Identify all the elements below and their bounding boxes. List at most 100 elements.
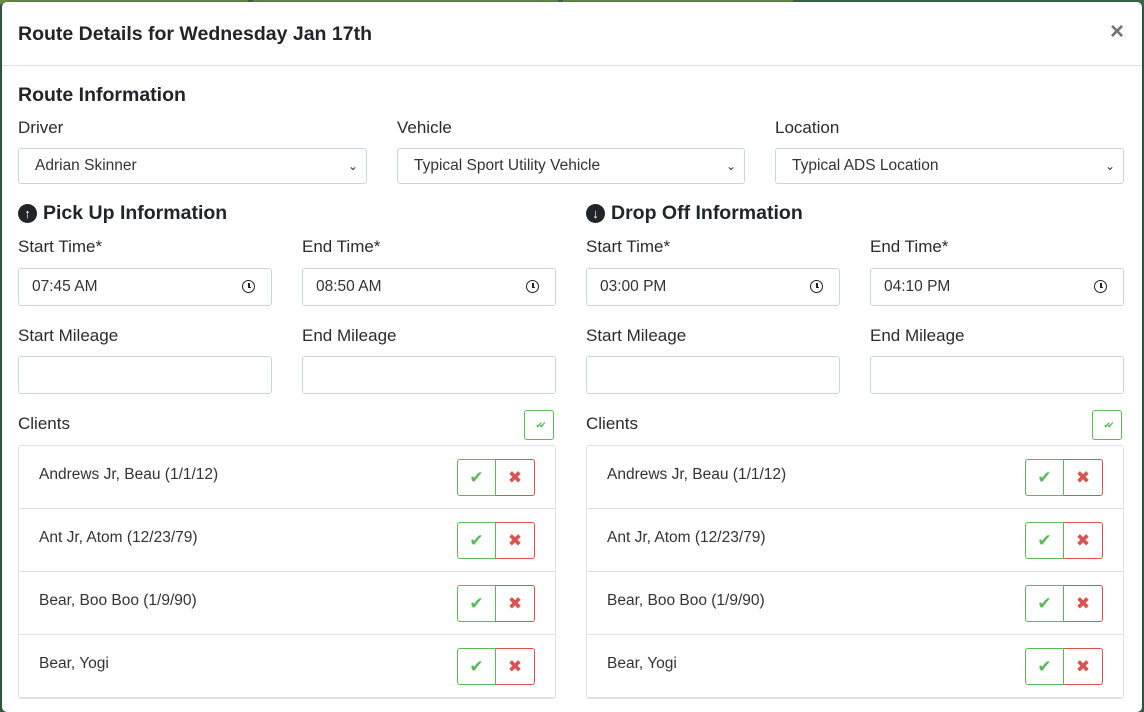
check-button[interactable]: ✔: [457, 522, 496, 559]
check-button[interactable]: ✔: [457, 585, 496, 622]
check-icon: ✔: [1037, 656, 1052, 676]
check-icon: ✔: [1037, 467, 1052, 487]
dropoff-clients-list: Andrews Jr, Beau (1/1/12) ✔ ✖ Ant Jr, At…: [586, 445, 1124, 699]
pickup-start-time-input[interactable]: 07:45 AM: [18, 268, 272, 306]
dropoff-start-mileage-input[interactable]: [586, 356, 840, 394]
pickup-clients-list: Andrews Jr, Beau (1/1/12) ✔ ✖ Ant Jr, At…: [18, 445, 556, 699]
dropoff-title: ↓ Drop Off Information: [586, 202, 803, 225]
check-icon: ✔: [1037, 530, 1052, 550]
modal-title: Route Details for Wednesday Jan 17th: [18, 23, 372, 45]
clock-icon[interactable]: [242, 280, 255, 293]
check-button[interactable]: ✔: [1025, 585, 1064, 622]
check-icon: ✔: [469, 593, 484, 613]
attendance-buttons: ✔ ✖: [1025, 522, 1103, 559]
times-icon: ✖: [1075, 656, 1091, 676]
cancel-button[interactable]: ✖: [496, 648, 535, 685]
client-name: Bear, Boo Boo (1/9/90): [39, 592, 197, 609]
location-label: Location: [775, 118, 840, 137]
dropoff-end-mileage-input[interactable]: [870, 356, 1124, 394]
chevron-down-icon: ⌄: [347, 159, 358, 173]
list-item: Bear, Boo Boo (1/9/90) ✔ ✖: [19, 572, 555, 635]
client-name: Bear, Yogi: [607, 655, 677, 672]
driver-select-value: Adrian Skinner: [35, 157, 137, 174]
check-button[interactable]: ✔: [1025, 648, 1064, 685]
pickup-end-time-label: End Time*: [302, 237, 381, 256]
check-button[interactable]: ✔: [457, 648, 496, 685]
cancel-button[interactable]: ✖: [1064, 585, 1103, 622]
dropoff-start-time-input[interactable]: 03:00 PM: [586, 268, 840, 306]
check-button[interactable]: ✔: [1025, 522, 1064, 559]
check-icon: ✔: [1037, 593, 1052, 613]
list-item: Ant Jr, Atom (12/23/79) ✔ ✖: [587, 509, 1123, 572]
pickup-start-mileage-input[interactable]: [18, 356, 272, 394]
cancel-button[interactable]: ✖: [496, 585, 535, 622]
client-name: Andrews Jr, Beau (1/1/12): [607, 466, 787, 483]
check-double-icon: ✔✔: [535, 419, 546, 430]
cancel-button[interactable]: ✖: [496, 459, 535, 496]
list-item: Bear, Boo Boo (1/9/90) ✔ ✖: [587, 572, 1123, 635]
client-name: Bear, Boo Boo (1/9/90): [607, 592, 765, 609]
list-item: Bear, Yogi ✔ ✖: [19, 635, 555, 698]
attendance-buttons: ✔ ✖: [1025, 459, 1103, 496]
attendance-buttons: ✔ ✖: [1025, 585, 1103, 622]
list-item: Andrews Jr, Beau (1/1/12) ✔ ✖: [587, 446, 1123, 509]
dropoff-start-time-value: 03:00 PM: [600, 278, 667, 295]
arrow-up-circle-icon: ↑: [18, 204, 37, 223]
vehicle-select[interactable]: Typical Sport Utility Vehicle ⌄: [397, 148, 745, 184]
clock-icon[interactable]: [810, 280, 823, 293]
modal-header: Route Details for Wednesday Jan 17th ×: [2, 2, 1142, 66]
client-name: Ant Jr, Atom (12/23/79): [39, 529, 198, 546]
times-icon: ✖: [507, 593, 523, 613]
pickup-title-text: Pick Up Information: [43, 202, 228, 224]
check-button[interactable]: ✔: [457, 459, 496, 496]
attendance-buttons: ✔ ✖: [457, 522, 535, 559]
close-button[interactable]: ×: [1110, 20, 1124, 44]
location-select-value: Typical ADS Location: [792, 157, 939, 174]
dropoff-end-time-input[interactable]: 04:10 PM: [870, 268, 1124, 306]
arrow-down-circle-icon: ↓: [586, 204, 605, 223]
clock-icon[interactable]: [526, 280, 539, 293]
attendance-buttons: ✔ ✖: [457, 648, 535, 685]
list-item: Ant Jr, Atom (12/23/79) ✔ ✖: [19, 509, 555, 572]
dropoff-start-time-label: Start Time*: [586, 237, 671, 256]
check-button[interactable]: ✔: [1025, 459, 1064, 496]
driver-label: Driver: [18, 118, 64, 137]
attendance-buttons: ✔ ✖: [457, 459, 535, 496]
clock-icon[interactable]: [1094, 280, 1107, 293]
dropoff-check-all-button[interactable]: ✔✔: [1092, 410, 1122, 440]
vehicle-label: Vehicle: [397, 118, 452, 137]
cancel-button[interactable]: ✖: [1064, 459, 1103, 496]
attendance-buttons: ✔ ✖: [1025, 648, 1103, 685]
times-icon: ✖: [1075, 530, 1091, 550]
vehicle-select-value: Typical Sport Utility Vehicle: [414, 157, 601, 174]
pickup-title: ↑ Pick Up Information: [18, 202, 227, 225]
list-item: Bear, Yogi ✔ ✖: [587, 635, 1123, 698]
times-icon: ✖: [507, 656, 523, 676]
client-name: Andrews Jr, Beau (1/1/12): [39, 466, 219, 483]
pickup-start-time-label: Start Time*: [18, 237, 103, 256]
dropoff-end-time-value: 04:10 PM: [884, 278, 951, 295]
dropoff-end-time-label: End Time*: [870, 237, 949, 256]
pickup-end-mileage-input[interactable]: [302, 356, 556, 394]
pickup-end-time-input[interactable]: 08:50 AM: [302, 268, 556, 306]
dropoff-title-text: Drop Off Information: [611, 202, 803, 224]
pickup-start-time-value: 07:45 AM: [32, 278, 98, 295]
pickup-end-time-value: 08:50 AM: [316, 278, 382, 295]
cancel-button[interactable]: ✖: [496, 522, 535, 559]
pickup-start-mileage-label: Start Mileage: [18, 326, 119, 345]
location-select[interactable]: Typical ADS Location ⌄: [775, 148, 1124, 184]
driver-select[interactable]: Adrian Skinner ⌄: [18, 148, 367, 184]
pickup-check-all-button[interactable]: ✔✔: [524, 410, 554, 440]
dropoff-start-mileage-label: Start Mileage: [586, 326, 687, 345]
times-icon: ✖: [1075, 467, 1091, 487]
client-name: Bear, Yogi: [39, 655, 109, 672]
check-icon: ✔: [469, 530, 484, 550]
times-icon: ✖: [1075, 593, 1091, 613]
route-details-modal: Route Details for Wednesday Jan 17th × R…: [2, 2, 1142, 712]
cancel-button[interactable]: ✖: [1064, 648, 1103, 685]
check-icon: ✔: [469, 467, 484, 487]
pickup-end-mileage-label: End Mileage: [302, 326, 397, 345]
attendance-buttons: ✔ ✖: [457, 585, 535, 622]
times-icon: ✖: [507, 467, 523, 487]
cancel-button[interactable]: ✖: [1064, 522, 1103, 559]
